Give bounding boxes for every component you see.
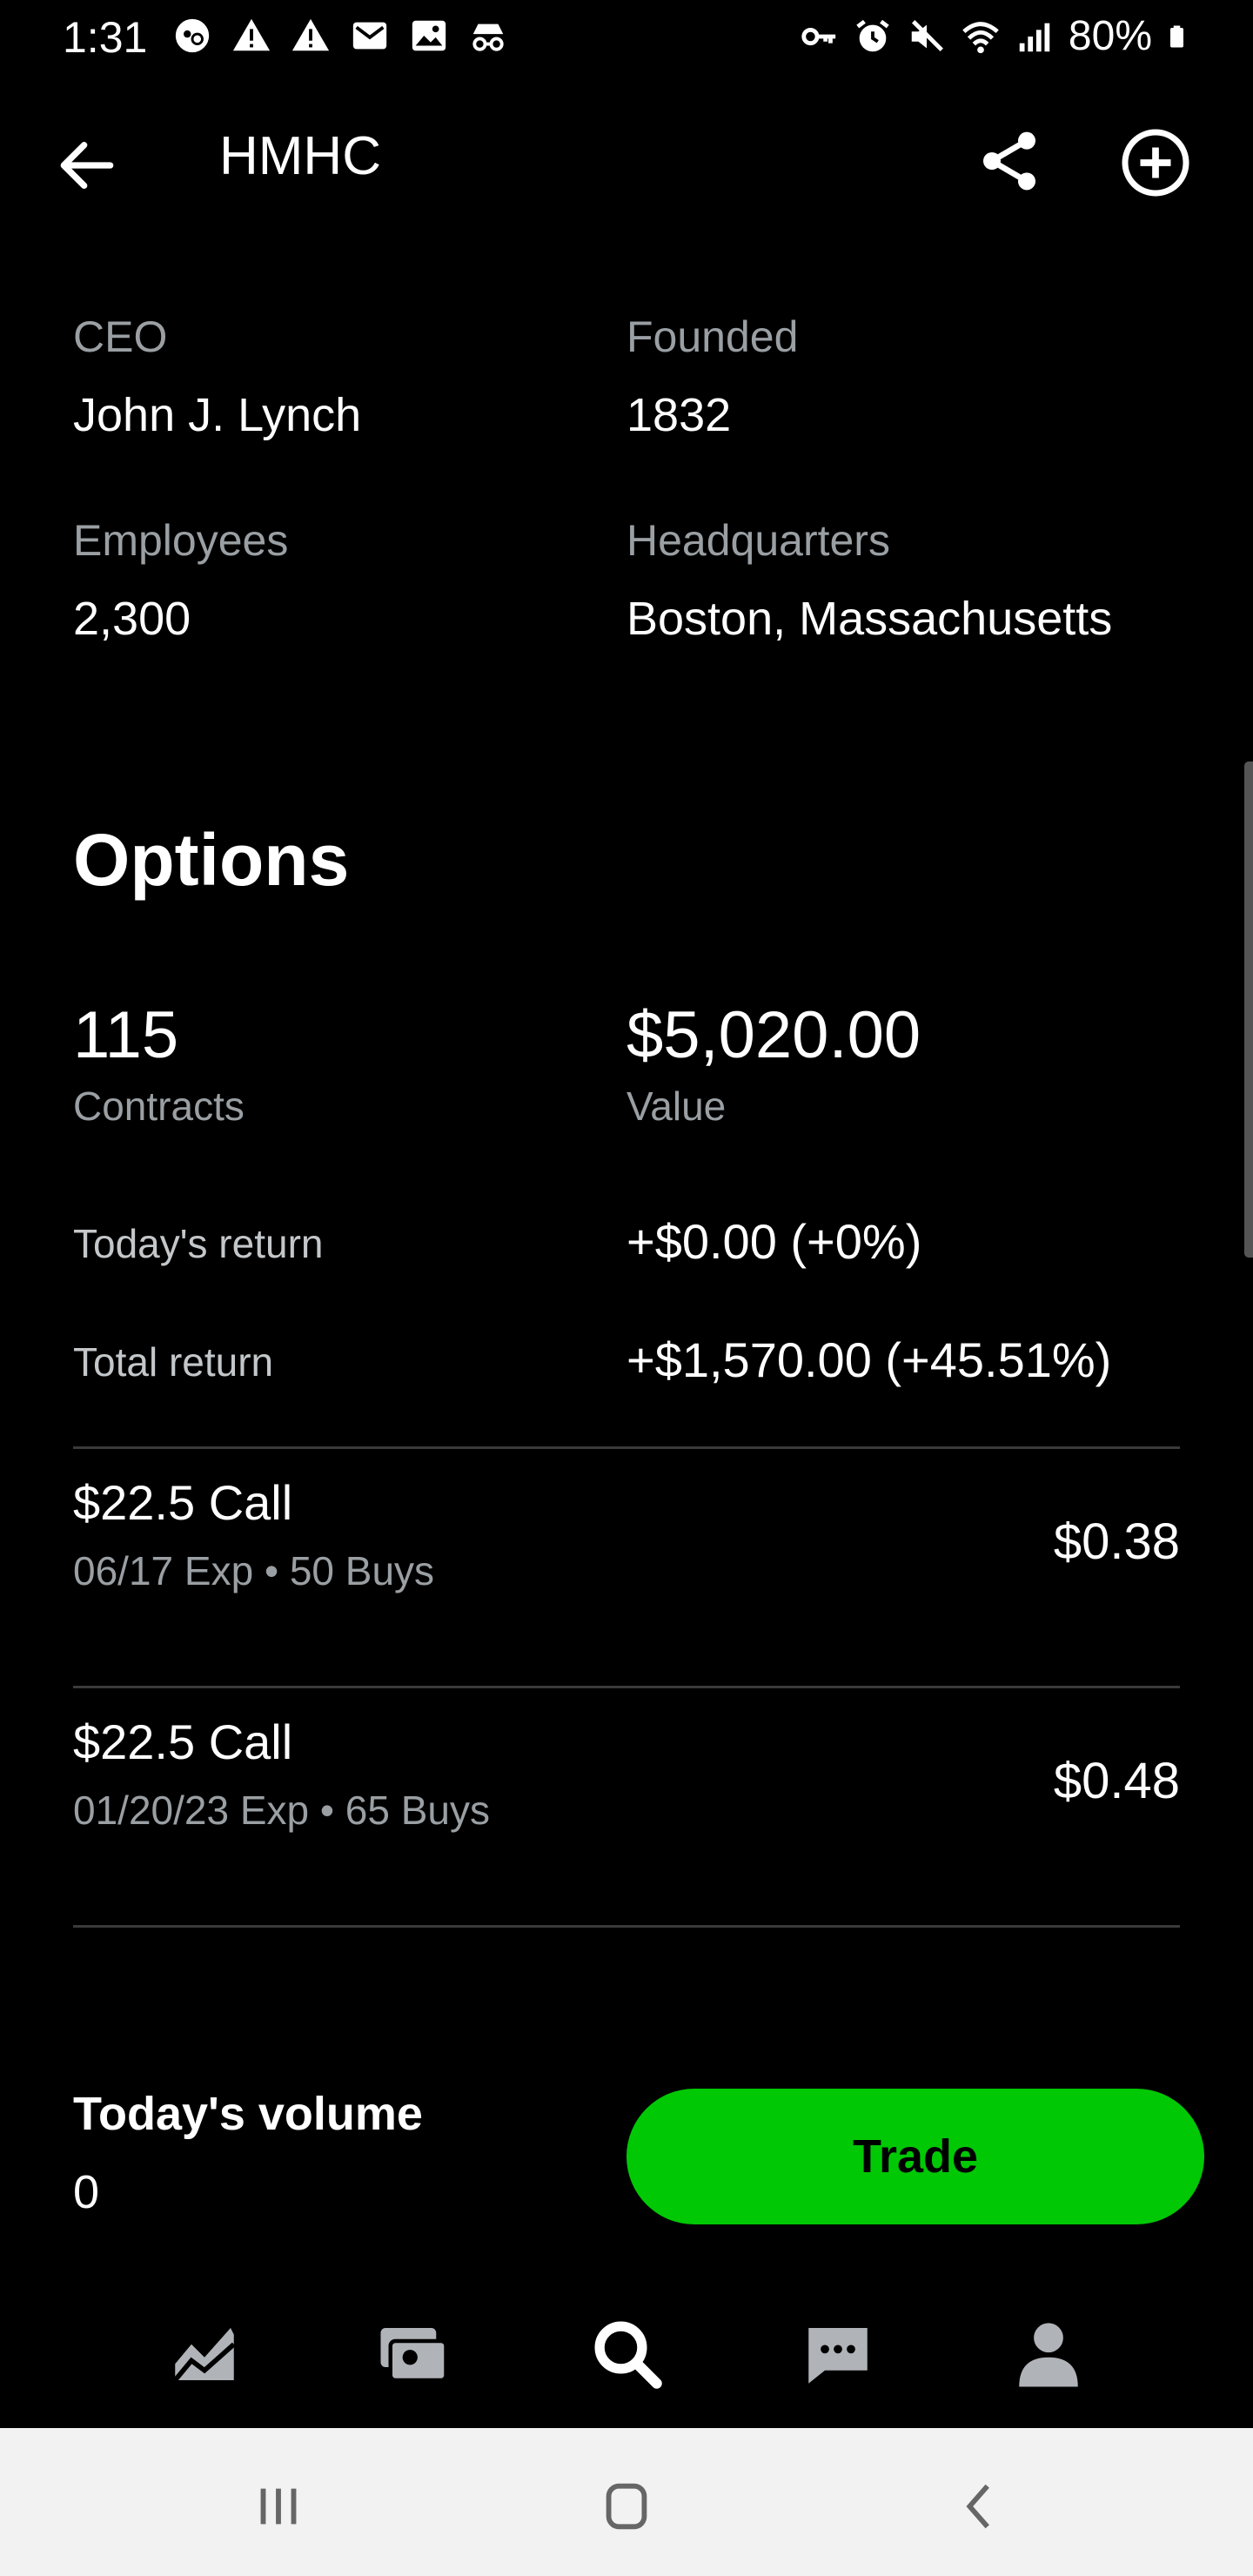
battery-icon — [1170, 25, 1183, 47]
wallet-card-icon[interactable] — [374, 2315, 452, 2393]
options-value-label: Value — [626, 1083, 727, 1129]
headquarters-label: Headquarters — [626, 516, 890, 565]
warning-icon — [232, 18, 271, 51]
stock-detail-screen: 1:31 80% HMHC CEO John J. Lynch Founded … — [0, 0, 1253, 2576]
share-icon[interactable] — [975, 126, 1044, 196]
divider — [73, 1925, 1180, 1928]
chart-icon[interactable] — [165, 2315, 244, 2393]
divider — [73, 1686, 1180, 1688]
option-price: $0.38 — [1053, 1513, 1180, 1570]
vpn-key-icon — [801, 27, 836, 45]
todays-volume-label: Today's volume — [73, 2088, 423, 2140]
founded-value: 1832 — [626, 389, 732, 441]
scrollbar[interactable] — [1244, 761, 1253, 1258]
contracts-label: Contracts — [73, 1083, 245, 1129]
options-value: $5,020.00 — [626, 998, 921, 1072]
total-return-label: Total return — [73, 1339, 274, 1385]
bottom-nav — [0, 2298, 1253, 2428]
back-arrow-icon[interactable] — [52, 131, 122, 200]
option-title: $22.5 Call — [73, 1475, 293, 1530]
option-price: $0.48 — [1053, 1753, 1180, 1809]
contracts-value: 115 — [73, 998, 179, 1072]
incognito-face-icon — [175, 18, 210, 53]
home-icon[interactable] — [592, 2476, 661, 2537]
image-icon — [412, 20, 446, 51]
account-icon[interactable] — [1009, 2315, 1088, 2393]
messages-icon[interactable] — [799, 2315, 877, 2393]
option-position-row[interactable]: $22.5 Call 06/17 Exp • 50 Buys $0.38 — [73, 1452, 1180, 1687]
option-title: $22.5 Call — [73, 1714, 293, 1769]
todays-return-value: +$0.00 (+0%) — [626, 1214, 922, 1269]
signal-icon — [1019, 23, 1050, 51]
battery-percent: 80% — [1068, 13, 1152, 59]
divider — [73, 1446, 1180, 1449]
option-subtitle: 01/20/23 Exp • 65 Buys — [73, 1788, 490, 1833]
system-navigation-bar — [0, 2428, 1253, 2576]
todays-volume-value: 0 — [73, 2166, 100, 2218]
add-to-list-icon[interactable] — [1119, 126, 1192, 199]
total-return-value: +$1,570.00 (+45.51%) — [626, 1332, 1112, 1387]
status-bar: 1:31 80% — [0, 0, 1253, 78]
mute-icon — [911, 19, 943, 51]
employees-label: Employees — [73, 516, 289, 565]
ceo-value: John J. Lynch — [73, 389, 362, 441]
app-bar: HMHC — [0, 104, 1253, 218]
ceo-label: CEO — [73, 312, 168, 361]
todays-return-label: Today's return — [73, 1221, 324, 1266]
trade-button[interactable]: Trade — [626, 2089, 1204, 2224]
recent-apps-icon[interactable] — [244, 2476, 313, 2537]
system-back-icon[interactable] — [945, 2476, 1015, 2537]
search-icon[interactable] — [588, 2315, 667, 2393]
warning-icon — [291, 18, 330, 51]
incognito-icon — [472, 23, 504, 51]
options-section-title: Options — [73, 819, 350, 901]
page-title: HMHC — [219, 126, 381, 186]
employees-value: 2,300 — [73, 593, 191, 645]
gmail-icon — [352, 22, 387, 50]
notification-icons — [172, 16, 508, 56]
headquarters-value: Boston, Massachusetts — [626, 593, 1113, 645]
option-subtitle: 06/17 Exp • 50 Buys — [73, 1548, 435, 1593]
option-position-row[interactable]: $22.5 Call 01/20/23 Exp • 65 Buys $0.48 — [73, 1691, 1180, 1926]
alarm-icon — [856, 19, 889, 51]
wifi-icon — [962, 21, 999, 53]
status-time: 1:31 — [63, 13, 148, 62]
system-icons: 80% — [799, 12, 1192, 60]
founded-label: Founded — [626, 312, 799, 361]
